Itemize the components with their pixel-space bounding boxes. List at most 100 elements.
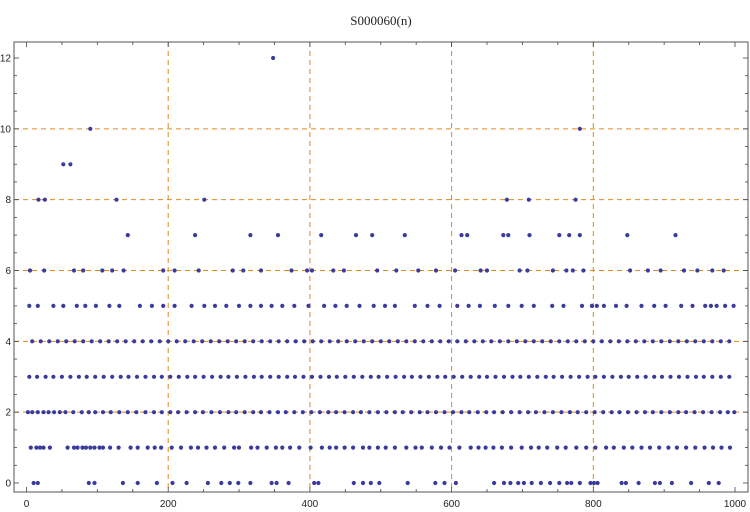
data-point <box>285 339 290 344</box>
data-point <box>255 445 260 450</box>
data-point <box>634 410 639 415</box>
data-point <box>188 445 193 450</box>
data-point <box>460 374 465 379</box>
data-point <box>592 410 597 415</box>
data-point <box>334 374 339 379</box>
data-point <box>718 374 723 379</box>
data-point <box>132 339 137 344</box>
data-point <box>718 410 723 415</box>
data-point <box>115 339 120 344</box>
data-point <box>584 410 589 415</box>
data-point <box>476 445 481 450</box>
data-point <box>43 374 48 379</box>
data-point <box>404 445 409 450</box>
data-point <box>561 303 566 308</box>
data-point <box>628 268 633 273</box>
data-point <box>557 480 562 486</box>
data-point <box>93 374 98 379</box>
data-point <box>151 374 157 379</box>
data-point <box>492 410 497 415</box>
data-point <box>689 480 694 486</box>
data-point <box>205 480 210 486</box>
data-point <box>550 410 556 415</box>
data-point <box>731 303 736 308</box>
data-point <box>657 480 663 486</box>
data-point <box>463 339 468 344</box>
data-point <box>367 445 372 450</box>
data-point <box>433 480 438 486</box>
data-point <box>242 410 247 415</box>
data-point <box>35 374 40 379</box>
data-point <box>358 410 363 415</box>
data-point <box>224 303 229 308</box>
data-point <box>529 480 534 486</box>
data-point <box>341 268 346 273</box>
data-point <box>577 126 582 131</box>
data-point <box>196 268 201 273</box>
data-point <box>178 445 184 450</box>
data-point <box>663 303 668 308</box>
data-point <box>525 268 530 273</box>
data-point <box>274 480 279 486</box>
data-point <box>595 480 600 486</box>
data-point <box>126 374 131 379</box>
data-point <box>635 374 640 379</box>
data-point <box>125 233 130 238</box>
data-point <box>65 445 70 450</box>
data-point <box>540 339 545 344</box>
data-point <box>465 233 470 238</box>
data-point <box>453 268 458 273</box>
data-point <box>189 303 194 308</box>
data-point <box>438 339 443 344</box>
data-point <box>450 410 456 415</box>
data-point <box>168 410 173 415</box>
data-point <box>172 303 177 308</box>
data-point <box>159 445 164 450</box>
data-point <box>292 410 297 415</box>
data-point <box>519 303 524 308</box>
data-point <box>92 480 97 486</box>
data-point <box>702 445 707 450</box>
data-point <box>616 339 621 344</box>
data-point <box>100 445 106 450</box>
data-point <box>455 303 460 308</box>
x-tick-label: 200 <box>160 499 177 510</box>
data-point <box>128 445 133 450</box>
data-point <box>86 480 91 486</box>
data-point <box>110 374 115 379</box>
data-point <box>143 410 148 415</box>
y-tick-label: 8 <box>5 195 11 206</box>
data-point <box>412 339 417 344</box>
data-point <box>718 339 723 344</box>
data-point <box>88 445 93 450</box>
data-point <box>34 445 39 450</box>
data-point <box>152 445 157 450</box>
data-point <box>268 374 273 379</box>
data-point <box>140 339 145 344</box>
data-point <box>212 445 218 450</box>
data-point <box>251 410 256 415</box>
data-point <box>185 374 190 379</box>
data-point <box>625 410 631 415</box>
data-point <box>451 374 456 379</box>
data-point <box>710 445 716 450</box>
data-point <box>368 374 373 379</box>
data-point <box>184 410 189 415</box>
data-point <box>134 410 139 415</box>
data-point <box>204 445 209 450</box>
data-point <box>117 303 122 308</box>
data-point <box>442 480 447 486</box>
data-point <box>466 303 471 308</box>
data-point <box>376 374 381 379</box>
data-point <box>538 480 544 486</box>
y-tick-labels: 0 2 4 6 8 10 12 <box>0 54 11 490</box>
data-point <box>184 480 189 486</box>
data-point <box>31 480 36 486</box>
data-point <box>71 268 77 273</box>
data-point <box>267 410 272 415</box>
data-point <box>312 480 317 486</box>
data-point <box>275 233 281 238</box>
data-point <box>623 480 629 486</box>
data-point <box>685 374 690 379</box>
data-point <box>27 303 32 308</box>
